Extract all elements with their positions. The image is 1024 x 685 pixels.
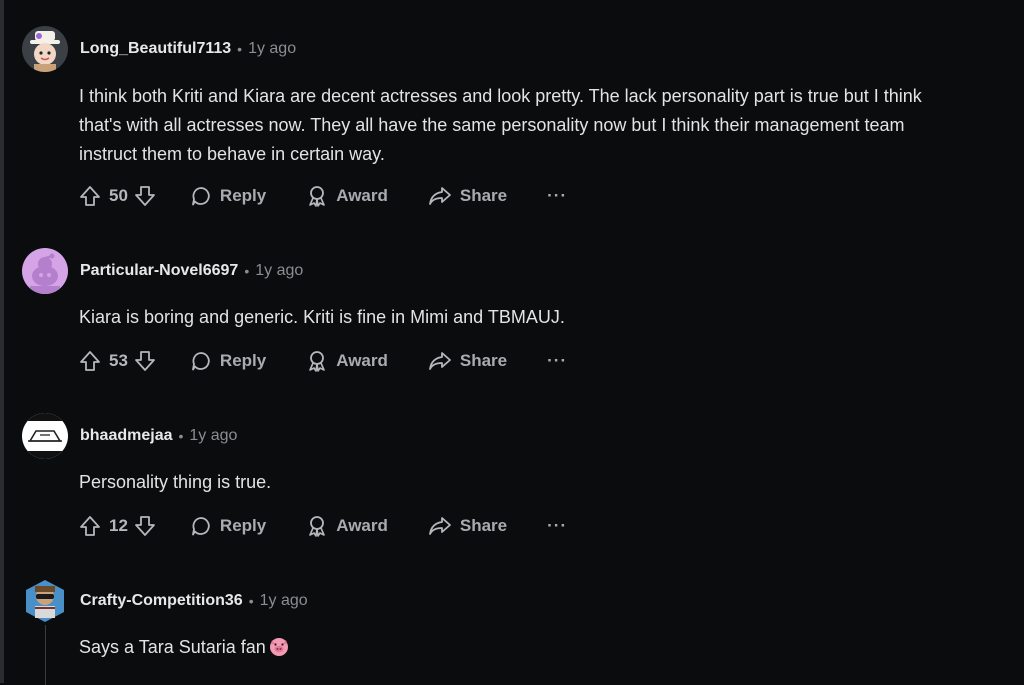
downvote-button[interactable] (134, 350, 156, 372)
reply-label: Reply (219, 516, 267, 535)
share-button[interactable]: Share (428, 185, 507, 207)
body-line: instruct them to behave in certain way. (79, 144, 385, 164)
more-options-button[interactable]: ··· (547, 351, 567, 371)
body-line: Personality thing is true. (79, 472, 272, 492)
reply-button[interactable]: Reply (190, 350, 266, 372)
share-arrow-icon (428, 352, 451, 370)
downvote-arrow-icon (135, 351, 155, 371)
vote-count: 50 (109, 186, 128, 205)
upvote-arrow-icon (80, 186, 100, 206)
downvote-button[interactable] (134, 515, 156, 537)
speech-bubble-icon (192, 517, 210, 536)
upvote-button[interactable] (79, 350, 101, 372)
author-name[interactable]: Long_Beautiful7113 (80, 40, 231, 58)
comment-header: Long_Beautiful7113 • 1y ago (22, 26, 296, 72)
vote-count: 12 (109, 516, 128, 535)
upvote-arrow-icon (80, 516, 100, 536)
share-button[interactable]: Share (428, 350, 507, 372)
comment-body: Personality thing is true. (79, 468, 1024, 497)
award-label: Award (336, 351, 388, 370)
comment-header: bhaadmejaa • 1y ago (22, 413, 237, 459)
upvote-arrow-icon (80, 351, 100, 371)
downvote-button[interactable] (134, 185, 156, 207)
reply-label: Reply (219, 186, 267, 205)
share-button[interactable]: Share (428, 515, 507, 537)
speech-bubble-icon (192, 352, 210, 371)
body-text: Says a Tara Sutaria fan (79, 637, 266, 657)
upvote-button[interactable] (79, 185, 101, 207)
author-name[interactable]: Crafty-Competition36 (80, 592, 243, 610)
share-label: Share (459, 516, 508, 535)
award-button[interactable]: Award (306, 515, 388, 537)
author-name[interactable]: bhaadmejaa (80, 427, 172, 445)
award-ribbon-icon (309, 186, 326, 207)
separator-dot: • (248, 593, 254, 609)
comment-actions: 50 Reply Award Share ··· (79, 181, 567, 211)
timestamp[interactable]: 1y ago (260, 592, 308, 610)
timestamp[interactable]: 1y ago (255, 262, 303, 280)
reply-button[interactable]: Reply (190, 515, 266, 537)
body-line: that's with all actresses now. They all … (79, 115, 905, 135)
comment-actions: 12 Reply Award Share ··· (79, 511, 567, 541)
comment-header: Particular-Novel6697 • 1y ago (22, 248, 303, 294)
comment-actions: 53 Reply Award Share ··· (79, 346, 567, 376)
award-button[interactable]: Award (306, 350, 388, 372)
thread-line[interactable] (45, 625, 46, 685)
downvote-arrow-icon (135, 186, 155, 206)
award-ribbon-icon (309, 351, 326, 372)
comment-body: I think both Kriti and Kiara are decent … (79, 82, 1024, 169)
more-options-button[interactable]: ··· (547, 516, 567, 536)
body-line: Kiara is boring and generic. Kriti is fi… (79, 307, 565, 327)
downvote-arrow-icon (135, 516, 155, 536)
timestamp[interactable]: 1y ago (189, 427, 237, 445)
reply-button[interactable]: Reply (190, 185, 266, 207)
award-button[interactable]: Award (306, 185, 388, 207)
share-arrow-icon (428, 517, 451, 535)
timestamp[interactable]: 1y ago (248, 40, 296, 58)
pig-face-emoji-icon (269, 638, 288, 656)
comment-body: Kiara is boring and generic. Kriti is fi… (79, 303, 1024, 332)
more-options-button[interactable]: ··· (547, 186, 567, 206)
comment-header: Crafty-Competition36 • 1y ago (22, 578, 308, 624)
award-ribbon-icon (309, 516, 326, 537)
avatar[interactable] (22, 413, 68, 459)
avatar[interactable] (22, 248, 68, 294)
author-name[interactable]: Particular-Novel6697 (80, 262, 238, 280)
comment-body: Says a Tara Sutaria fan (79, 633, 1024, 662)
award-label: Award (336, 516, 388, 535)
separator-dot: • (178, 428, 184, 444)
body-line: I think both Kriti and Kiara are decent … (79, 86, 922, 106)
separator-dot: • (237, 41, 243, 57)
avatar[interactable] (22, 578, 68, 624)
left-border (0, 0, 4, 683)
speech-bubble-icon (192, 187, 210, 206)
avatar[interactable] (22, 26, 68, 72)
award-label: Award (336, 186, 388, 205)
reply-label: Reply (219, 351, 267, 370)
share-label: Share (459, 351, 508, 370)
vote-count: 53 (109, 351, 128, 370)
share-arrow-icon (428, 187, 451, 205)
upvote-button[interactable] (79, 515, 101, 537)
body-line: Says a Tara Sutaria fan (79, 633, 1024, 662)
separator-dot: • (244, 263, 250, 279)
share-label: Share (459, 186, 508, 205)
